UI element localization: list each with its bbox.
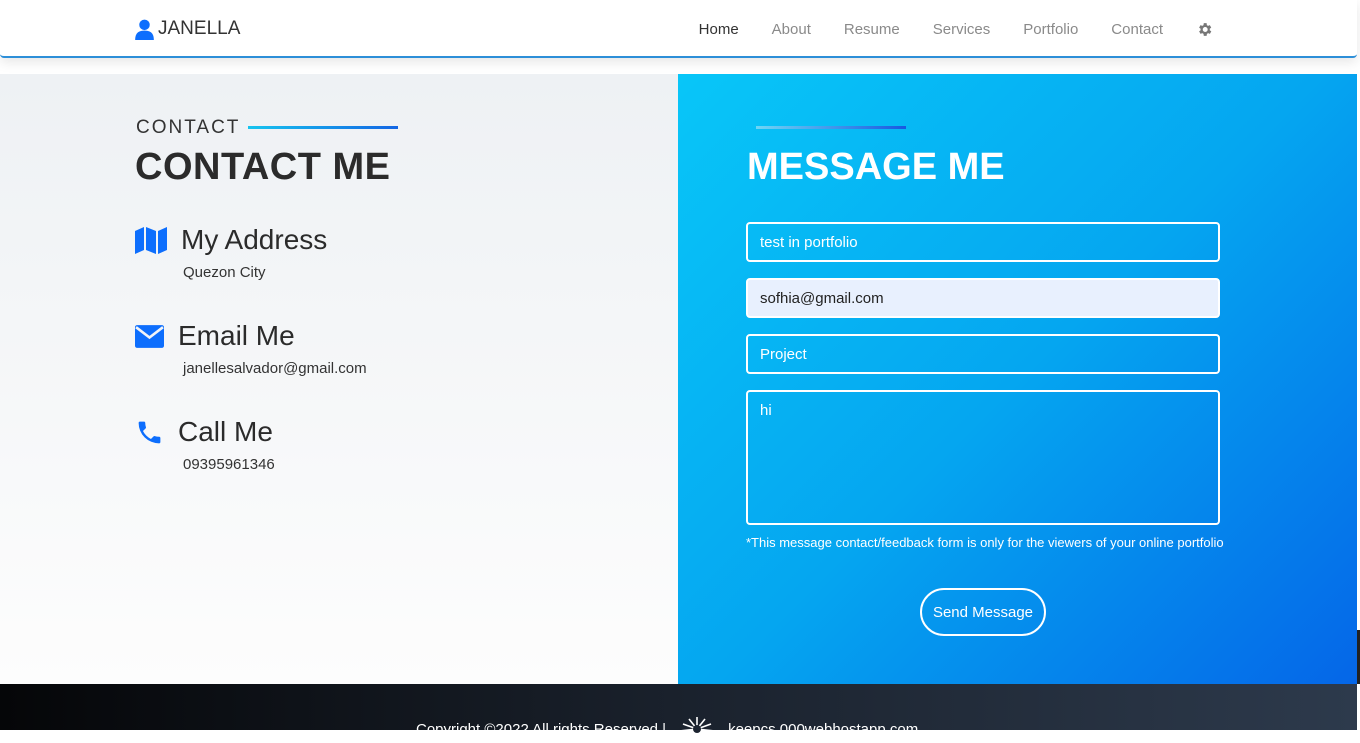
email-value: janellesalvador@gmail.com	[183, 360, 367, 377]
message-divider	[756, 126, 906, 129]
contact-title: CONTACT ME	[135, 146, 391, 188]
section-kicker: CONTACT	[136, 117, 241, 138]
nav-link-resume[interactable]: Resume	[844, 21, 900, 38]
nav-link-home[interactable]: Home	[699, 21, 739, 38]
address-title: My Address	[181, 224, 328, 255]
nav-link-contact[interactable]: Contact	[1111, 21, 1163, 38]
user-icon	[135, 19, 154, 40]
footer: Copyright ©2022 All rights Reserved | ke…	[0, 684, 1357, 738]
kicker-divider	[248, 126, 398, 129]
site-link[interactable]: keepcs.000webhostapp.com	[728, 721, 918, 738]
message-form-panel: MESSAGE ME hi *This message contact/feed…	[678, 74, 1357, 684]
sunburst-logo-icon	[674, 715, 720, 743]
phone-icon	[138, 421, 161, 443]
nav-link-portfolio[interactable]: Portfolio	[1023, 21, 1078, 38]
address-value: Quezon City	[183, 264, 266, 281]
gear-icon[interactable]	[1196, 21, 1213, 38]
message-title: MESSAGE ME	[747, 146, 1005, 188]
address-block: My Address Quezon City	[135, 224, 327, 281]
navbar: JANELLA Home About Resume Services Portf…	[0, 0, 1357, 58]
map-icon	[135, 227, 167, 254]
brand-name: JANELLA	[158, 18, 241, 39]
phone-block: Call Me 09395961346	[135, 416, 275, 473]
nav-links: Home About Resume Services Portfolio Con…	[666, 0, 1357, 58]
brand[interactable]: JANELLA	[135, 17, 240, 41]
footer-text: Copyright ©2022 All rights Reserved | ke…	[416, 715, 918, 743]
copyright-text: Copyright ©2022 All rights Reserved |	[416, 720, 667, 738]
email-block: Email Me janellesalvador@gmail.com	[135, 320, 367, 377]
message-textarea[interactable]: hi	[746, 390, 1220, 525]
name-input[interactable]	[746, 222, 1220, 262]
send-message-button[interactable]: Send Message	[920, 588, 1046, 636]
phone-value: 09395961346	[183, 456, 275, 473]
envelope-icon	[135, 324, 164, 348]
phone-title: Call Me	[178, 416, 273, 447]
nav-link-services[interactable]: Services	[933, 21, 991, 38]
subject-input[interactable]	[746, 334, 1220, 374]
email-title: Email Me	[178, 320, 295, 351]
form-note: *This message contact/feedback form is o…	[746, 535, 1224, 550]
contact-info-panel: CONTACT CONTACT ME My Address Quezon Cit…	[0, 74, 678, 684]
email-input[interactable]	[746, 278, 1220, 318]
nav-link-about[interactable]: About	[772, 21, 811, 38]
